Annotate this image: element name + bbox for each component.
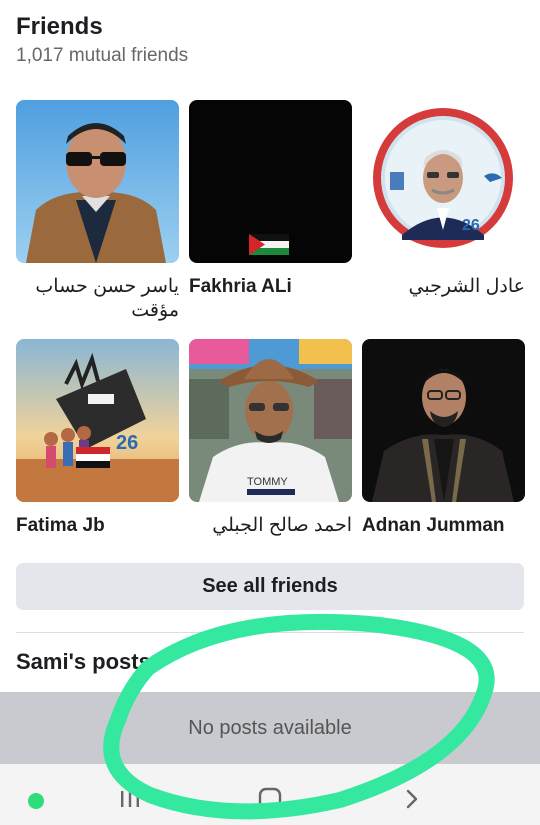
svg-text:TOMMY: TOMMY [247,476,288,488]
status-dot [28,793,44,809]
friend-name[interactable]: ياسر حسن حساب مؤقت [16,275,179,323]
friend-name[interactable]: Fatima Jb [16,514,179,538]
friend-name[interactable]: عادل الشرجبي [362,275,526,299]
friend-photo[interactable] [362,339,525,502]
recent-apps-icon[interactable] [110,782,150,816]
friend-card[interactable]: TOMMY احمد صالح الجبلي [189,339,352,538]
friend-card[interactable]: 26 Fatima Jb [16,339,179,538]
no-posts-banner: No posts available [0,692,540,764]
see-all-friends-button[interactable]: See all friends [16,563,524,610]
posts-section-title: Sami's posts [16,649,151,674]
friend-photo[interactable] [16,100,179,263]
friend-card[interactable]: ياسر حسن حساب مؤقت [16,100,179,323]
svg-text:26: 26 [116,432,138,454]
friends-title: Friends [16,13,103,40]
home-icon[interactable] [250,782,290,816]
friend-name[interactable]: Adnan Jumman [362,514,525,538]
friend-card[interactable]: Adnan Jumman [362,339,525,538]
friend-photo[interactable]: 26 [16,339,179,502]
no-posts-text: No posts available [188,716,352,739]
friend-name[interactable]: احمد صالح الجبلي [189,514,352,538]
system-nav-bar [0,764,540,825]
friend-photo[interactable]: TOMMY [189,339,352,502]
divider [16,632,524,633]
mutual-friends-count: 1,017 mutual friends [16,45,189,66]
friend-photo[interactable]: 26 [362,100,525,263]
friend-card[interactable]: 26 عادل الشرجبي [362,100,525,299]
back-icon[interactable] [392,782,432,816]
friend-photo[interactable] [189,100,352,263]
friend-card[interactable]: Fakhria ALi [189,100,352,299]
friends-header: Friends 1,017 mutual friends [16,12,188,69]
friend-name[interactable]: Fakhria ALi [189,275,352,299]
svg-text:26: 26 [462,217,480,234]
